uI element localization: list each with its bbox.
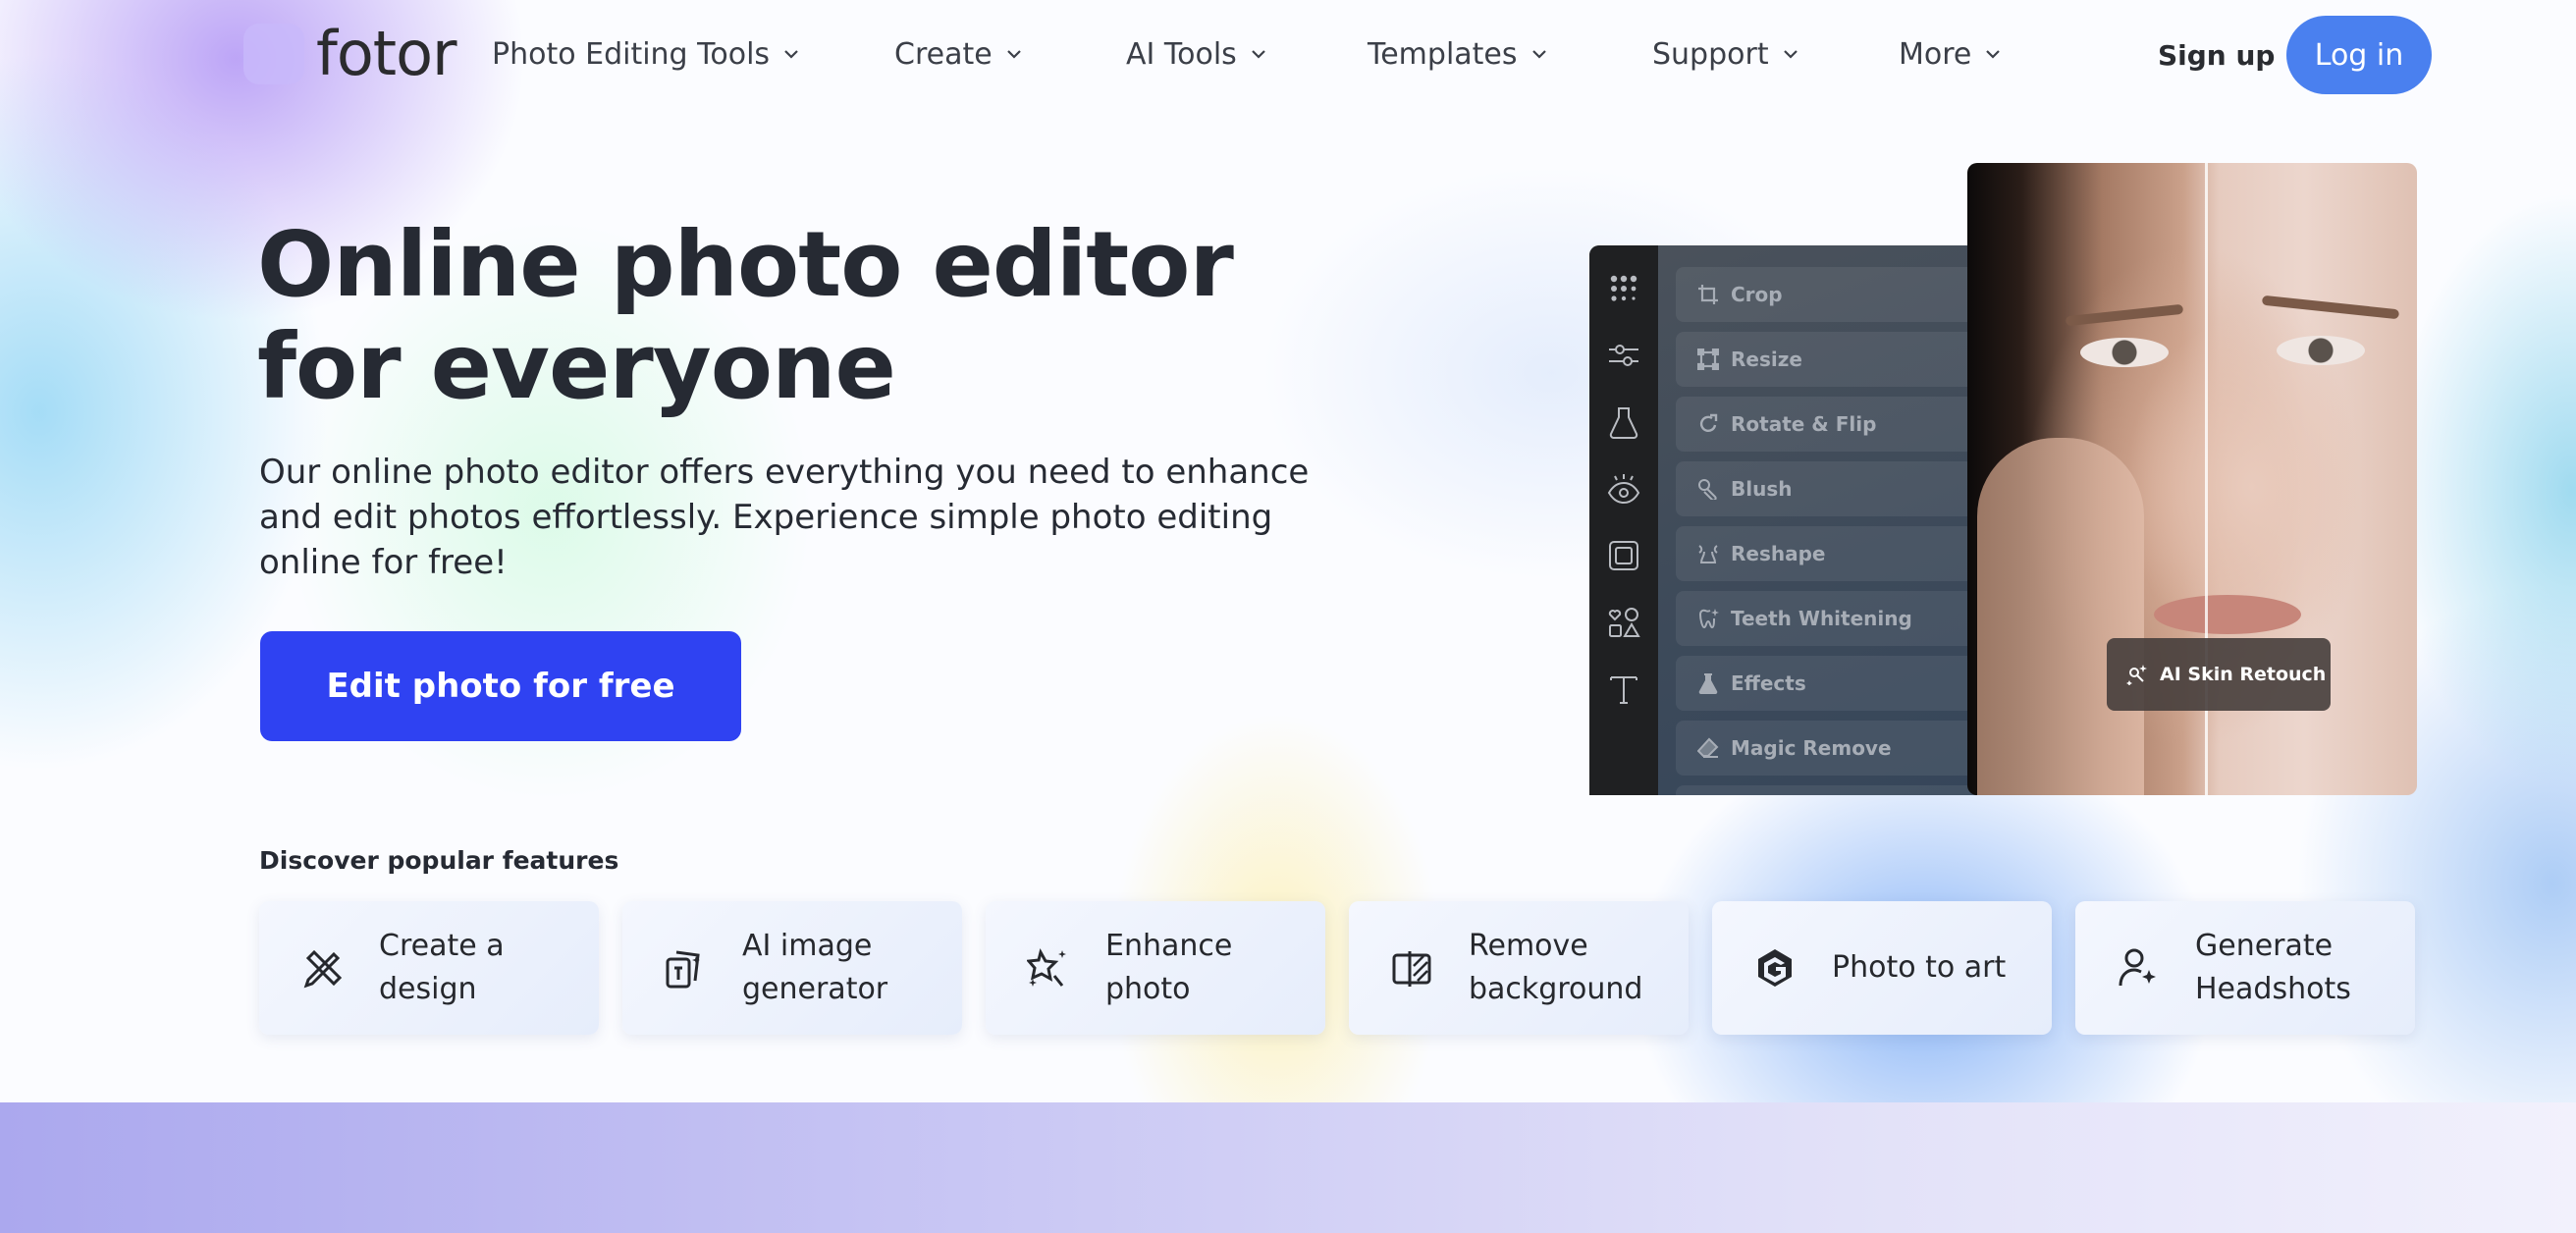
resize-icon [1697,348,1719,370]
blush-brush-icon [1698,479,1717,500]
ai-skin-retouch-badge: AI Skin Retouch [2107,638,2331,711]
chevron-down-icon [1252,50,1265,59]
feature-card-remove-background[interactable]: Remove background [1349,901,1689,1035]
nav-label: Templates [1368,36,1518,72]
feature-card-photo-to-art[interactable]: Photo to art [1712,901,2052,1035]
remove-bg-icon [1392,951,1431,987]
tool-teeth-whitening[interactable]: Teeth Whitening [1676,591,1982,646]
page-title: Online photo editor for everyone [257,212,1234,419]
tool-effects[interactable]: Effects [1676,656,1982,711]
features-heading: Discover popular features [259,846,619,875]
nav-label: Create [894,36,993,72]
tool-label: Magic Remove [1731,736,1892,760]
hero-description: Our online photo editor offers everythin… [259,453,1310,582]
tool-crop[interactable]: Crop [1676,267,1982,322]
nav-templates[interactable]: Templates [1368,31,1547,77]
tool-blush[interactable]: Blush [1676,461,1982,516]
photo-eye-left [2080,338,2169,367]
tool-label: Effects [1731,671,1806,695]
photo-brow-left [2065,303,2184,327]
shapes-icon [1608,608,1640,637]
chevron-down-icon [1783,50,1798,59]
reshape-icon [1698,545,1718,563]
chevron-down-icon [1006,50,1021,59]
tool-rotate-flip[interactable]: Rotate & Flip [1676,397,1982,452]
nav-ai-tools[interactable]: AI Tools [1126,31,1266,77]
nav-label: More [1899,36,1972,72]
hexagon-g-icon [1758,949,1792,987]
brand-name: fotor [316,18,456,89]
feature-label: Photo to art [1832,950,2007,985]
sign-up-link[interactable]: Sign up [2158,33,2275,77]
tool-more-partial [1676,785,1982,795]
tool-label: Reshape [1731,542,1826,565]
chevron-down-icon [784,50,798,59]
nav-photo-editing-tools[interactable]: Photo Editing Tools [492,31,799,77]
feature-label: AI image generator [742,929,888,1006]
rotate-icon [1699,413,1718,432]
tool-label: Crop [1731,283,1783,306]
feature-card-ai-image-generator[interactable]: AI image generator [622,901,962,1035]
tool-label: Rotate & Flip [1731,412,1877,436]
pencil-ruler-icon [303,949,343,989]
nav-more[interactable]: More [1899,31,2001,77]
frame-icon [1609,541,1638,570]
color-wheel-logo-icon [243,24,304,84]
feature-card-create-design[interactable]: Create a design [259,901,599,1035]
chevron-down-icon [1531,50,1546,59]
top-nav: fotor Photo Editing Tools Create AI Tool… [0,0,2576,108]
user-sparkle-icon [2119,948,2156,987]
nav-create[interactable]: Create [894,31,1022,77]
tool-label: Resize [1731,348,1802,371]
crop-icon [1698,285,1718,304]
tool-resize[interactable]: Resize [1676,332,1982,387]
photo-brow-right [2261,295,2400,320]
feature-card-enhance-photo[interactable]: Enhance photo [986,901,1325,1035]
photo-eye-right [2277,336,2365,365]
nav-label: Photo Editing Tools [492,36,771,72]
photo-lips [2154,595,2301,634]
ai-image-cards-icon [666,950,700,989]
next-section-band [0,1102,2576,1233]
editor-tool-rail [1589,245,1658,795]
feature-label: Create a design [379,929,505,1006]
log-in-button[interactable]: Log in [2286,16,2432,94]
tool-label: Blush [1731,477,1793,501]
flask-filled-icon [1698,673,1718,694]
text-icon [1610,676,1637,704]
magic-brush-icon [2126,665,2147,685]
edit-photo-free-button[interactable]: Edit photo for free [260,631,741,741]
feature-card-generate-headshots[interactable]: Generate Headshots [2075,901,2415,1035]
tool-reshape[interactable]: Reshape [1676,526,1982,581]
magic-star-icon [1027,947,1066,987]
grid-dots-icon [1610,275,1637,301]
eraser-icon [1697,737,1719,758]
feature-label: Remove background [1469,929,1643,1006]
photo-hand-shape [1977,438,2144,795]
fotor-logo[interactable]: fotor [243,24,456,84]
flask-icon [1609,407,1638,439]
nav-support[interactable]: Support [1652,31,1798,77]
editor-preview-panel: Crop Resize Rotate & Flip Blush Reshape … [1589,245,1982,795]
tool-label: Teeth Whitening [1731,607,1912,630]
tool-magic-remove[interactable]: Magic Remove [1676,721,1982,776]
sliders-icon [1609,345,1638,366]
tooth-sparkle-icon [1699,609,1719,629]
nav-label: Support [1652,36,1769,72]
chevron-down-icon [1986,50,2001,59]
feature-label: Generate Headshots [2195,929,2351,1006]
badge-label: AI Skin Retouch [2160,664,2327,685]
nav-label: AI Tools [1126,36,1237,72]
feature-label: Enhance photo [1105,929,1233,1006]
eye-icon [1607,474,1640,505]
